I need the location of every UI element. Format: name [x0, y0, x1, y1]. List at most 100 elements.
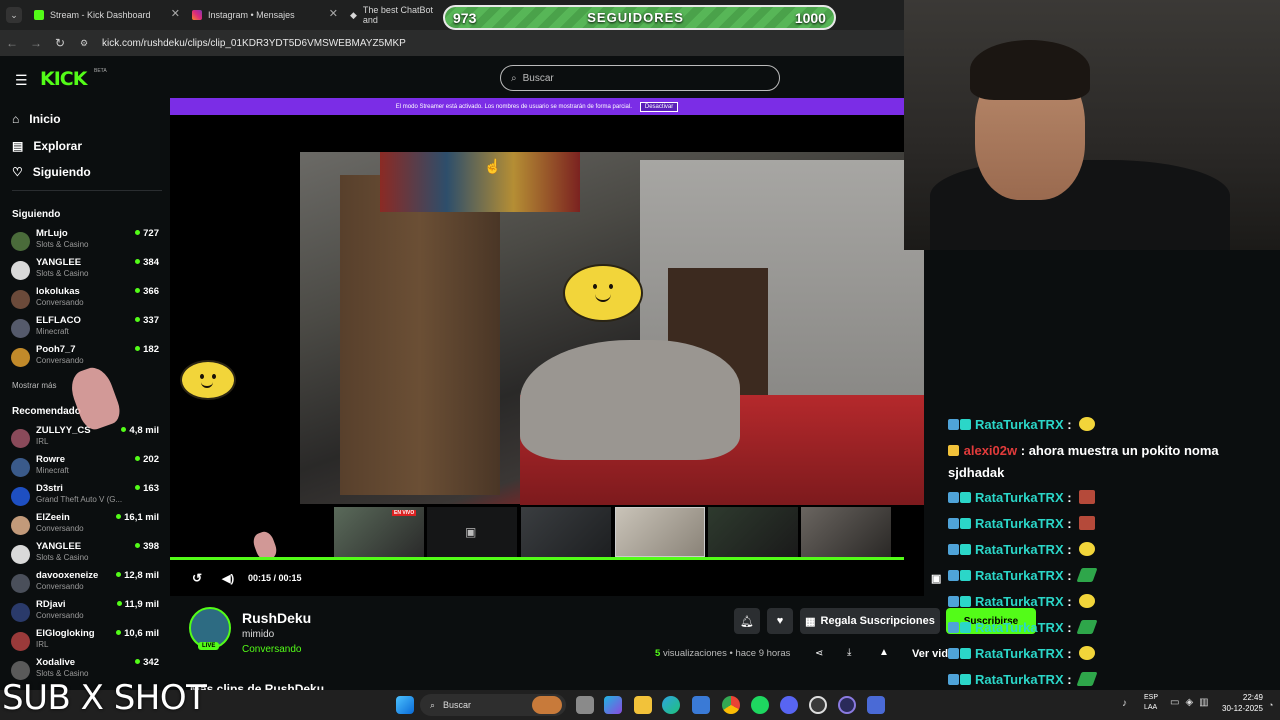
security-icon[interactable]	[867, 696, 885, 714]
spotify-icon[interactable]	[751, 696, 769, 714]
edge-icon[interactable]	[662, 696, 680, 714]
url-input[interactable]: kick.com/rushdeku/clips/clip_01KDR3YDT5D…	[102, 38, 406, 49]
chrome-icon[interactable]	[722, 696, 740, 714]
download-icon[interactable]: ⤓	[847, 647, 851, 658]
kick-logo[interactable]: KICK	[40, 68, 87, 90]
search-icon: ⌕	[511, 72, 517, 84]
notification-bell-button[interactable]: 🔔︎	[734, 608, 760, 634]
verified-badge-icon	[948, 492, 959, 503]
channel-category[interactable]: Conversando	[242, 644, 301, 655]
streamer-mode-banner: El modo Streamer está activado. Los nomb…	[170, 98, 904, 115]
app-icon[interactable]	[838, 696, 856, 714]
verified-badge-icon	[948, 570, 959, 581]
following-channel-lokolukas[interactable]: lokolukas Conversando 366	[11, 286, 161, 314]
clip-thumbnail[interactable]: ▣	[427, 507, 517, 557]
copilot-icon[interactable]	[604, 696, 622, 714]
reload-icon[interactable]: ↻	[48, 36, 72, 50]
layout-code: LAA	[1144, 704, 1158, 711]
verified-badge-icon	[948, 518, 959, 529]
windows-start-icon[interactable]	[396, 696, 414, 714]
sidebar-item-explorar[interactable]: ▤ Explorar	[12, 139, 82, 153]
deactivate-button[interactable]: Desactivar	[639, 101, 679, 112]
recommended-channel[interactable]: RDjavi Conversando 11,9 mil	[11, 599, 161, 627]
live-dot-icon	[135, 346, 141, 351]
back-arrow-icon[interactable]: ←	[0, 36, 24, 50]
following-channel-mrlujo[interactable]: MrLujo Slots & Casino 727	[11, 228, 161, 256]
channel-name: Pooh7_7	[36, 344, 76, 355]
sub-badge-icon	[960, 544, 971, 555]
following-channel-elflaco[interactable]: ELFLACO Minecraft 337	[11, 315, 161, 343]
hamburger-menu-icon[interactable]: ☰	[15, 72, 28, 89]
sub-x-shot-overlay: SUB X SHOT	[2, 678, 207, 718]
recommended-channel[interactable]: D3stri Grand Theft Auto V (G... 163	[11, 483, 161, 511]
compass-icon: ▤	[12, 139, 24, 153]
discord-icon[interactable]	[780, 696, 798, 714]
sidebar-item-inicio[interactable]: ⌂ Inicio	[12, 112, 61, 126]
microphone-icon[interactable]: ♪	[1122, 698, 1127, 709]
yellow-emote-icon	[1079, 542, 1096, 556]
taskbar-clock[interactable]: 22:49 30-12-2025	[1222, 692, 1263, 714]
clip-thumbnail[interactable]	[708, 507, 798, 557]
miniplayer-icon[interactable]: ▣	[931, 572, 941, 585]
clip-thumbnail[interactable]	[801, 507, 891, 557]
live-dot-icon	[135, 288, 141, 293]
avatar	[11, 232, 30, 251]
system-tray-icons[interactable]: ▭◈▥	[1170, 697, 1215, 708]
browser-tab-chatbot[interactable]: ◆ The best ChatBot and	[342, 4, 442, 26]
search-icon: ⌕	[430, 699, 436, 710]
goal-current: 973	[453, 9, 477, 26]
following-channel-yanglee[interactable]: YANGLEE Slots & Casino 384	[11, 257, 161, 285]
replay-icon[interactable]: ↺	[192, 571, 202, 585]
channel-name: RDjavi	[36, 599, 66, 610]
following-channel-pooh7-7[interactable]: Pooh7_7 Conversando 182	[11, 344, 161, 372]
tab-label: Instagram • Mensajes	[208, 10, 295, 20]
viewer-count: 11,9 mil	[116, 599, 159, 610]
store-icon[interactable]	[692, 696, 710, 714]
live-dot-icon	[135, 317, 141, 322]
sidebar-item-siguiendo[interactable]: ♡ Siguiendo	[12, 165, 91, 179]
clip-thumbnail[interactable]: EN VIVO	[334, 507, 424, 557]
clip-thumbnail[interactable]	[521, 507, 611, 557]
obs-icon[interactable]	[809, 696, 827, 714]
streamer-mode-text: El modo Streamer está activado. Los nomb…	[395, 103, 632, 110]
chat-overlay: RataTurkaTRX : alexi02w : ahora muestra …	[948, 410, 1280, 713]
recommended-channel[interactable]: ElZeein Conversando 16,1 mil	[11, 512, 161, 540]
watch-video-button[interactable]: Ver vid	[912, 648, 948, 660]
recommended-channel[interactable]: Rowre Minecraft 202	[11, 454, 161, 482]
tab-list-button[interactable]: ⌄	[6, 7, 22, 23]
show-more-link[interactable]: Mostrar más	[12, 381, 56, 390]
chat-username: RataTurkaTRX	[975, 672, 1064, 687]
recommended-channel[interactable]: YANGLEE Slots & Casino 398	[11, 541, 161, 569]
widget-icon[interactable]	[532, 696, 562, 714]
live-dot-icon	[116, 514, 122, 519]
file-explorer-icon[interactable]	[634, 696, 652, 714]
live-dot-icon	[135, 659, 141, 664]
recommended-channel[interactable]: ElGlogloking IRL 10,6 mil	[11, 628, 161, 656]
forward-arrow-icon[interactable]: →	[24, 36, 48, 50]
clip-thumbnail-strip: EN VIVO ▣	[334, 507, 894, 557]
follow-button[interactable]: ♥	[767, 608, 793, 634]
volume-icon[interactable]: ◀)	[222, 572, 234, 585]
close-tab-icon[interactable]: ✕	[329, 7, 338, 20]
search-input[interactable]: ⌕ Buscar	[500, 65, 780, 91]
channel-category: IRL	[36, 640, 49, 649]
channel-name[interactable]: RushDeku	[242, 610, 311, 626]
channel-category: Slots & Casino	[36, 669, 89, 678]
report-icon[interactable]: ▲	[879, 647, 889, 658]
channel-category: Conversando	[36, 298, 84, 307]
chat-username: RataTurkaTRX	[975, 542, 1064, 557]
recommended-channel[interactable]: ZULLYY_CS IRL 4,8 mil	[11, 425, 161, 453]
task-view-icon[interactable]	[576, 696, 594, 714]
browser-tab-kick-dashboard[interactable]: Stream - Kick Dashboard ✕	[26, 4, 184, 26]
avatar	[11, 429, 30, 448]
browser-tab-instagram[interactable]: Instagram • Mensajes ✕	[184, 4, 342, 26]
recommended-channel[interactable]: davooxeneize Conversando 12,8 mil	[11, 570, 161, 598]
clip-thumbnail[interactable]	[615, 507, 705, 557]
notification-icon[interactable]: ◔	[1268, 700, 1273, 710]
gift-subs-button[interactable]: ▦ Regala Suscripciones	[800, 608, 940, 634]
close-tab-icon[interactable]: ✕	[171, 7, 180, 20]
share-icon[interactable]: ⋖	[815, 648, 823, 659]
language-indicator[interactable]: ESP LAA	[1144, 693, 1158, 713]
site-info-icon[interactable]: ⚙	[72, 38, 96, 49]
channel-category: Conversando	[36, 524, 84, 533]
